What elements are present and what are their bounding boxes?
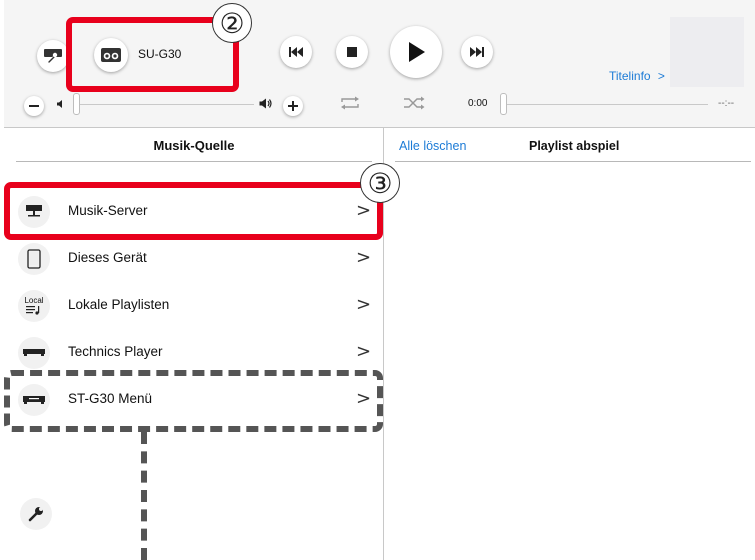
highlight-box-music-server xyxy=(4,182,383,240)
clear-all-button[interactable]: Alle löschen xyxy=(399,139,466,153)
wrench-device-icon xyxy=(44,49,62,64)
local-icon-text: Local xyxy=(24,296,44,305)
chevron-right-icon: > xyxy=(356,247,372,268)
dashed-connector-line xyxy=(141,432,147,560)
setup-button[interactable] xyxy=(20,498,52,530)
source-item-label: Lokale Playlisten xyxy=(68,297,170,312)
skip-back-icon xyxy=(289,47,303,57)
app-window: SU-G30 Titelinfo > 0:00 --:-- Musik-Quel… xyxy=(0,0,755,560)
source-item-label: Dieses Gerät xyxy=(68,250,147,265)
volume-slider-thumb[interactable] xyxy=(73,93,80,115)
seek-slider-thumb[interactable] xyxy=(500,93,507,115)
chevron-right-icon: > xyxy=(356,294,372,315)
volume-up-button[interactable] xyxy=(283,96,303,116)
playlist-title: Playlist abspiel xyxy=(529,139,620,153)
next-button[interactable] xyxy=(461,36,493,68)
skip-forward-icon xyxy=(470,47,484,57)
volume-low-icon xyxy=(57,100,62,108)
playlist-panel: Alle löschen Playlist abspiel xyxy=(385,128,755,560)
seek-track xyxy=(504,104,708,105)
tablet-icon xyxy=(18,243,50,275)
shuffle-icon[interactable] xyxy=(403,96,425,110)
panel-title: Musik-Quelle xyxy=(153,138,235,153)
stop-icon xyxy=(347,47,357,57)
volume-track xyxy=(74,104,254,105)
volume-high-icon xyxy=(259,98,272,109)
callout-number-2: ② xyxy=(212,3,252,43)
source-item-technics-player[interactable]: Technics Player > xyxy=(4,329,384,375)
source-item-local-playlists[interactable]: Local Lokale Playlisten > xyxy=(4,282,384,328)
divider xyxy=(16,161,372,162)
minus-icon xyxy=(29,105,39,107)
chevron-right-icon: > xyxy=(356,341,372,362)
album-art xyxy=(670,17,744,87)
local-playlist-icon: Local xyxy=(18,290,50,322)
volume-down-button[interactable] xyxy=(24,96,44,116)
time-total: --:-- xyxy=(718,98,735,109)
time-elapsed: 0:00 xyxy=(468,98,488,109)
previous-button[interactable] xyxy=(280,36,312,68)
source-item-label: Technics Player xyxy=(68,344,163,359)
player-device-icon xyxy=(18,337,50,369)
titelinfo-link[interactable]: Titelinfo > xyxy=(609,69,665,83)
stop-button[interactable] xyxy=(336,36,368,68)
dashed-highlight-st-g30 xyxy=(4,370,383,432)
settings-wrench-button[interactable] xyxy=(37,40,69,72)
play-button[interactable] xyxy=(390,26,442,78)
wrench-icon xyxy=(28,507,43,522)
plus-icon xyxy=(288,101,298,111)
titelinfo-chevron: > xyxy=(657,69,665,83)
repeat-icon[interactable] xyxy=(340,96,360,110)
source-item-this-device[interactable]: Dieses Gerät > xyxy=(4,235,384,281)
play-icon xyxy=(409,42,425,62)
titelinfo-label: Titelinfo xyxy=(609,69,651,83)
divider xyxy=(395,161,751,162)
callout-number-3: ③ xyxy=(360,163,400,203)
